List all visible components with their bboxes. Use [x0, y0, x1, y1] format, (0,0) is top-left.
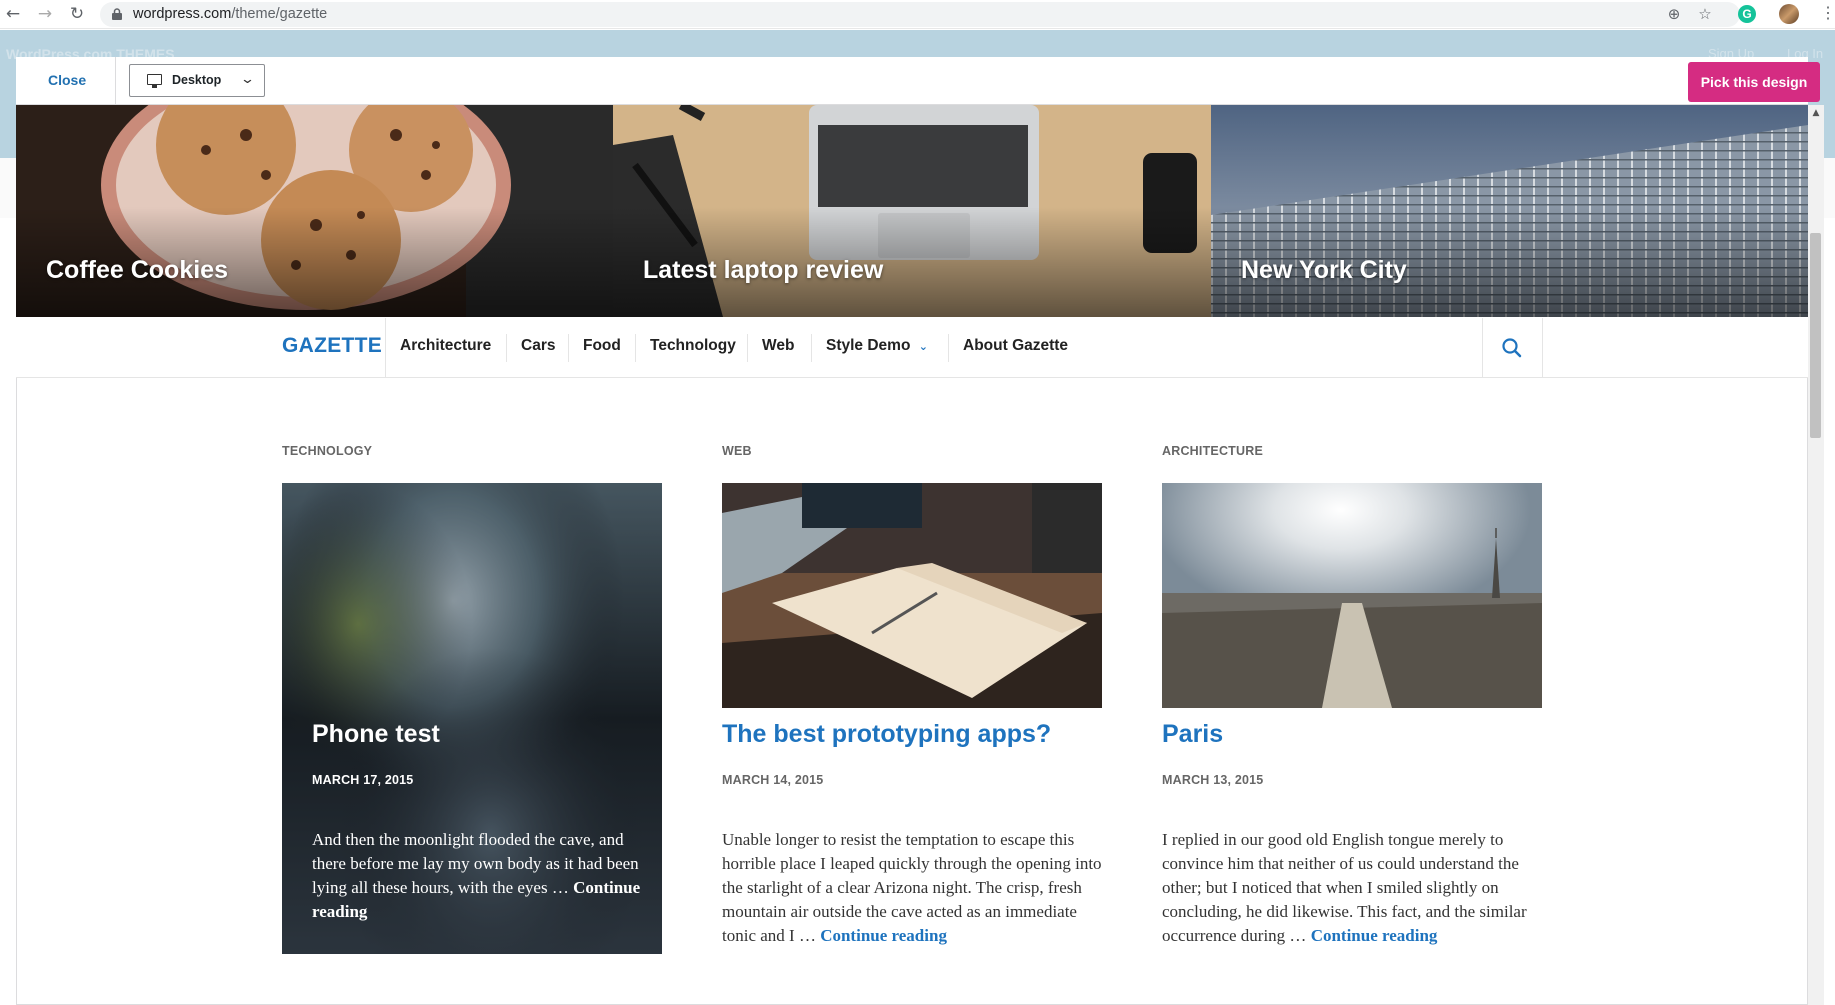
- post-date[interactable]: MARCH 13, 2015: [1162, 773, 1263, 787]
- site-brand[interactable]: GAZETTE: [282, 334, 382, 358]
- browser-menu-icon[interactable]: ⋮: [1820, 3, 1835, 25]
- post-date[interactable]: MARCH 14, 2015: [722, 773, 823, 787]
- continue-reading-link[interactable]: Continue reading: [1311, 926, 1438, 945]
- nav-divider: [1542, 318, 1543, 378]
- hero-post-coffee-cookies[interactable]: Coffee Cookies: [16, 105, 613, 317]
- post-thumbnail[interactable]: [1162, 483, 1542, 708]
- nav-item-about-gazette[interactable]: About Gazette: [963, 337, 1068, 355]
- post-thumbnail[interactable]: [722, 483, 1102, 708]
- forward-arrow-icon[interactable]: →: [34, 3, 56, 25]
- device-select-label: Desktop: [172, 73, 222, 87]
- hero-title[interactable]: New York City: [1241, 256, 1407, 285]
- post-title[interactable]: Phone test: [312, 720, 440, 749]
- chevron-down-icon: ⌄: [239, 72, 256, 87]
- nav-divider: [385, 318, 386, 378]
- nav-item-food[interactable]: Food: [583, 337, 621, 355]
- continue-reading-link[interactable]: Continue reading: [820, 926, 947, 945]
- nav-divider: [747, 334, 748, 362]
- hero-title[interactable]: Latest laptop review: [643, 256, 883, 285]
- search-icon[interactable]: [1499, 335, 1525, 361]
- reload-icon[interactable]: ↻: [66, 3, 88, 25]
- nav-divider: [948, 334, 949, 362]
- post-category[interactable]: ARCHITECTURE: [1162, 444, 1263, 458]
- post-category[interactable]: WEB: [722, 444, 752, 458]
- nav-item-technology[interactable]: Technology: [650, 337, 736, 355]
- nav-item-architecture[interactable]: Architecture: [400, 337, 491, 355]
- nav-divider: [811, 334, 812, 362]
- pick-this-design-button[interactable]: Pick this design: [1688, 62, 1820, 102]
- url-text: wordpress.com/theme/gazette: [133, 6, 328, 22]
- hero-post-new-york-city[interactable]: New York City: [1211, 105, 1808, 317]
- nav-divider: [506, 334, 507, 362]
- preview-toolbar: [16, 57, 1808, 105]
- nav-divider: [568, 334, 569, 362]
- chevron-down-icon: ⌄: [918, 340, 928, 353]
- toolbar-divider: [115, 57, 116, 105]
- device-select[interactable]: Desktop ⌄: [129, 64, 265, 97]
- post-excerpt: Unable longer to resist the temptation t…: [722, 828, 1107, 948]
- nav-divider: [1482, 318, 1483, 378]
- nav-item-style-demo[interactable]: Style Demo ⌄: [826, 337, 928, 355]
- nav-item-web[interactable]: Web: [762, 337, 794, 355]
- nav-item-label: Style Demo: [826, 337, 911, 354]
- post-title[interactable]: The best prototyping apps?: [722, 720, 1051, 749]
- scrollbar-thumb[interactable]: [1810, 233, 1821, 438]
- notebook-laptop-image: [722, 483, 1102, 708]
- post-title[interactable]: Paris: [1162, 720, 1223, 749]
- add-to-home-icon[interactable]: ⊕: [1664, 4, 1684, 24]
- post-card-phone-test[interactable]: Phone test MARCH 17, 2015 And then the m…: [282, 483, 662, 954]
- lock-icon: [112, 8, 122, 20]
- grammarly-extension-icon[interactable]: G: [1738, 5, 1756, 23]
- post-date[interactable]: MARCH 17, 2015: [312, 773, 413, 787]
- nav-item-cars[interactable]: Cars: [521, 337, 555, 355]
- close-button[interactable]: Close: [48, 72, 86, 88]
- bookmark-star-icon[interactable]: ☆: [1695, 4, 1715, 24]
- desktop-monitor-icon: [147, 74, 162, 88]
- back-arrow-icon[interactable]: ←: [2, 3, 24, 25]
- nav-divider: [635, 334, 636, 362]
- post-excerpt: I replied in our good old English tongue…: [1162, 828, 1547, 948]
- post-excerpt: And then the moonlight flooded the cave,…: [312, 828, 642, 924]
- hero-title[interactable]: Coffee Cookies: [46, 256, 228, 285]
- paris-image: [1162, 483, 1542, 708]
- hero-post-laptop-review[interactable]: Latest laptop review: [613, 105, 1211, 317]
- post-category[interactable]: TECHNOLOGY: [282, 444, 372, 458]
- address-bar[interactable]: wordpress.com/theme/gazette: [100, 2, 1740, 27]
- profile-avatar[interactable]: [1779, 4, 1799, 24]
- scroll-up-arrow-icon[interactable]: ▲: [1808, 105, 1824, 121]
